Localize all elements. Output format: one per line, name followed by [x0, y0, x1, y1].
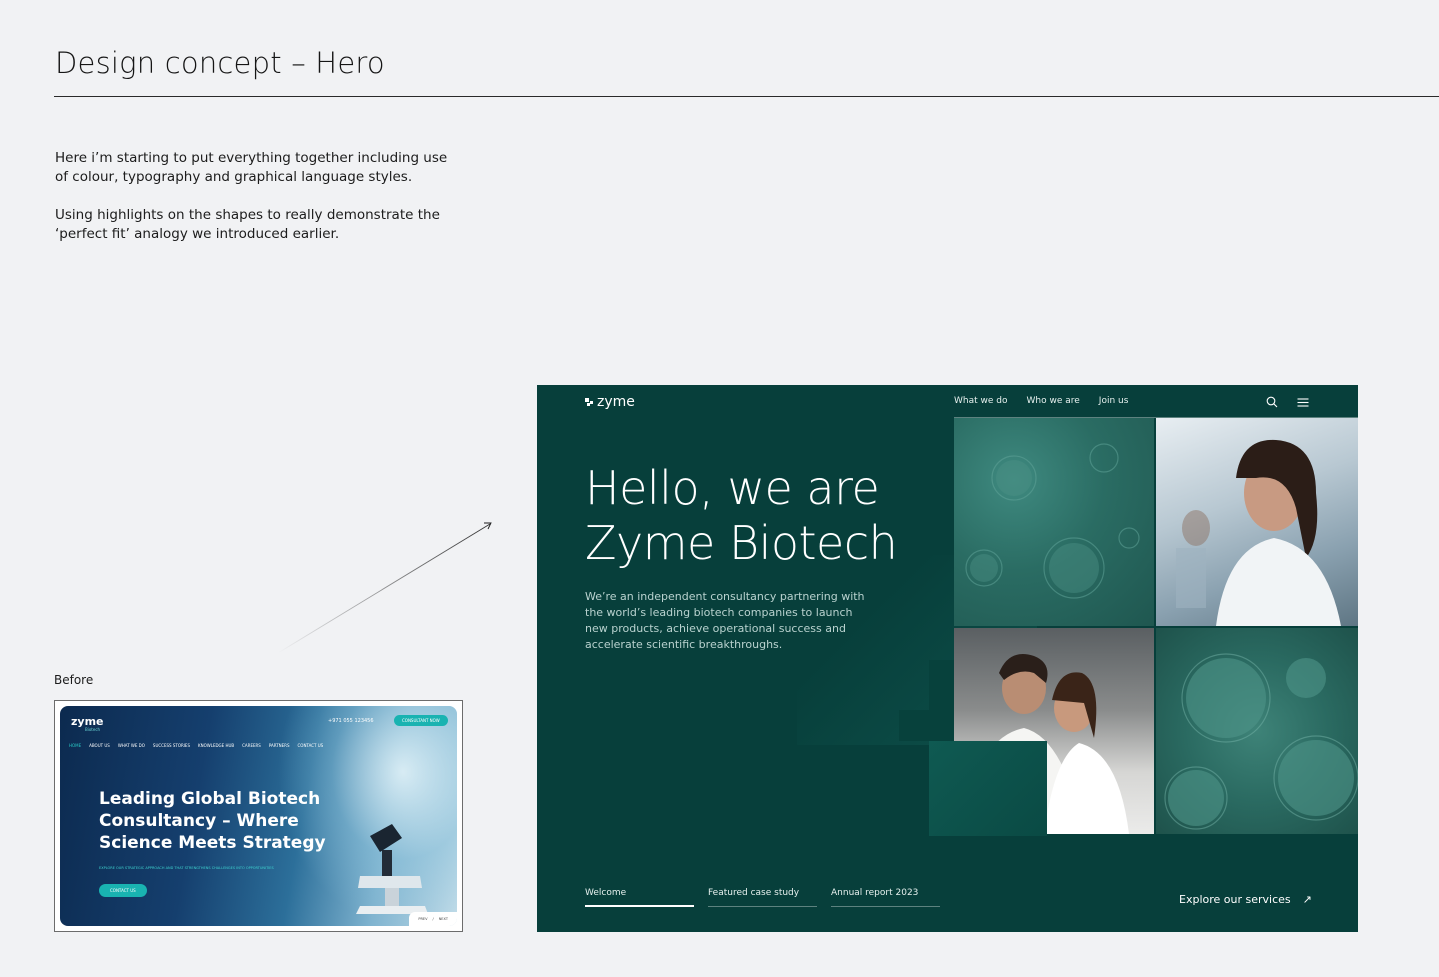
before-hero: zyme Biotech +971 055 123456 CONSULTANT … [60, 706, 457, 926]
arrow-up-right-icon: ↗ [1302, 893, 1312, 906]
page-title: Design concept – Hero [55, 46, 385, 80]
menu-icon[interactable] [1297, 396, 1309, 408]
before-phone: +971 055 123456 [328, 718, 374, 724]
nav-what-we-do[interactable]: What we do [954, 396, 1008, 406]
before-nav-knowledge[interactable]: KNOWLEDGE HUB [198, 743, 234, 748]
before-logo[interactable]: zyme Biotech [71, 715, 104, 732]
tab-welcome[interactable]: Welcome [585, 888, 694, 907]
before-subline: EXPLORE OUR STRATEGIC APPROACH AND THAT … [99, 866, 274, 870]
hero-logo[interactable]: zyme [585, 394, 635, 410]
step-shape-notch [929, 660, 954, 741]
before-pager: PREV / NEXT [409, 912, 457, 926]
hero-concept: zyme What we do Who we are Join us Hello… [537, 385, 1358, 932]
microscope-icon [356, 824, 428, 914]
virus-image [954, 418, 1154, 626]
before-prev[interactable]: PREV [418, 917, 427, 921]
title-divider [54, 96, 1439, 97]
before-headline: Leading Global Biotech Consultancy – Whe… [99, 789, 326, 853]
explore-services-link[interactable]: Explore our services ↗ [1179, 893, 1312, 906]
cells-image [1156, 628, 1358, 834]
hero-headline: Hello, we are Zyme Biotech [585, 461, 898, 570]
hero-nav: What we do Who we are Join us [954, 396, 1128, 406]
nav-who-we-are[interactable]: Who we are [1027, 396, 1080, 406]
before-consultant-button[interactable]: CONSULTANT NOW [394, 715, 448, 726]
search-icon[interactable] [1266, 396, 1278, 408]
hero-description: We’re an independent consultancy partner… [585, 590, 865, 651]
before-nav-home[interactable]: HOME [69, 743, 81, 748]
before-screenshot: zyme Biotech +971 055 123456 CONSULTANT … [54, 700, 463, 932]
intro-paragraph-1: Here i’m starting to put everything toge… [55, 150, 448, 185]
intro-paragraph-2: Using highlights on the shapes to really… [55, 207, 440, 242]
before-nav-contact[interactable]: CONTACT US [298, 743, 324, 748]
before-nav-what-we-do[interactable]: WHAT WE DO [118, 743, 145, 748]
step-shape-notch-2 [899, 710, 929, 741]
logo-mark-icon [585, 397, 594, 407]
before-contact-button[interactable]: CONTACT US [99, 884, 147, 897]
intro-text: Here i’m starting to put everything toge… [55, 149, 455, 244]
before-nav-success[interactable]: SUCCESS STORIES [153, 743, 190, 748]
before-nav-about[interactable]: ABOUT US [89, 743, 110, 748]
tab-annual-report[interactable]: Annual report 2023 [831, 888, 940, 907]
before-nav-partners[interactable]: PARTNERS [269, 743, 290, 748]
before-nav: HOME ABOUT US WHAT WE DO SUCCESS STORIES… [69, 743, 323, 748]
before-nav-careers[interactable]: CAREERS [242, 743, 261, 748]
hero-tabs: Welcome Featured case study Annual repor… [585, 888, 940, 907]
tab-featured-case-study[interactable]: Featured case study [708, 888, 817, 907]
pointer-arrow [277, 522, 492, 654]
highlight-block [929, 741, 1047, 836]
before-label: Before [54, 673, 94, 687]
nav-join-us[interactable]: Join us [1099, 396, 1129, 406]
scientist-portrait-image [1156, 418, 1358, 626]
before-next[interactable]: NEXT [439, 917, 448, 921]
